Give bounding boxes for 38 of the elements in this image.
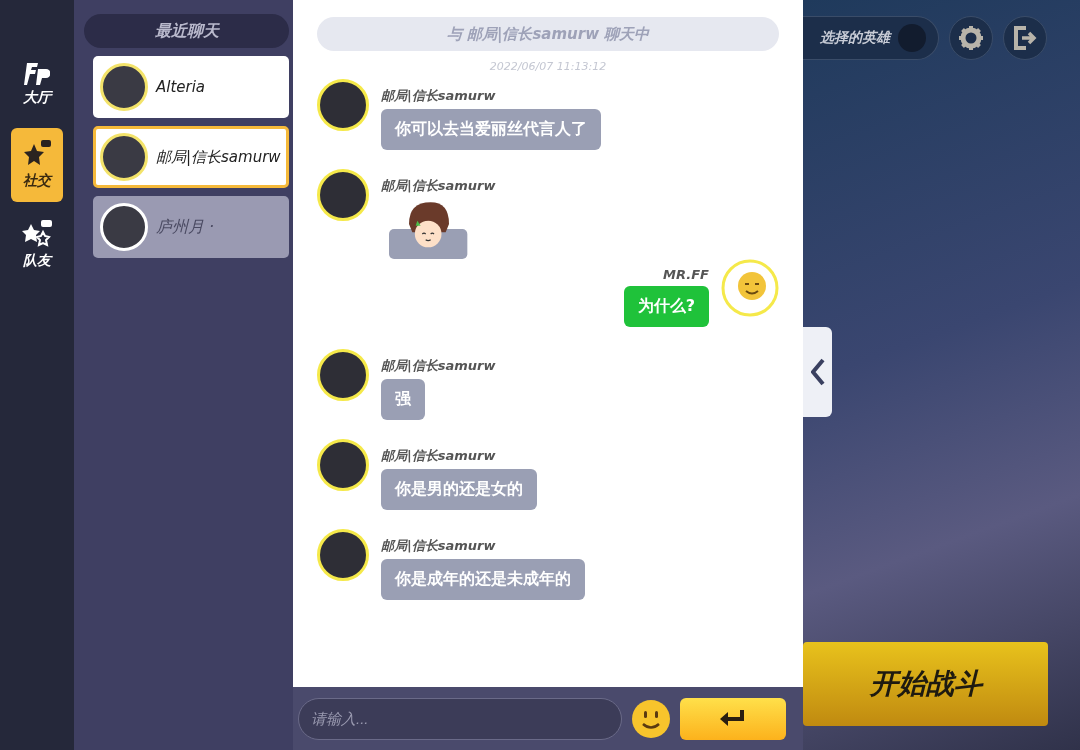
nav-tab[interactable]: 社交 bbox=[11, 128, 63, 202]
sender-name: 邮局|信长samurw bbox=[381, 537, 496, 555]
chevron-left-icon bbox=[810, 358, 825, 386]
sender-name: 邮局|信长samurw bbox=[381, 447, 496, 465]
section-title: 最近聊天 bbox=[84, 14, 289, 48]
settings-icon bbox=[958, 25, 984, 51]
logo-icon bbox=[24, 63, 50, 85]
hero-label: 选择的英雄 bbox=[820, 29, 890, 47]
hero-selector[interactable]: 选择的英雄 bbox=[803, 16, 939, 60]
star-chat-icon bbox=[22, 140, 52, 168]
contact-name: 庐州月 · bbox=[156, 216, 215, 238]
contact-item[interactable]: Alteria bbox=[93, 56, 289, 118]
stars-chat-icon bbox=[21, 220, 53, 248]
sender-name: 邮局|信长samurw bbox=[381, 177, 496, 195]
nav-tab[interactable]: 大厅 bbox=[11, 52, 63, 118]
sender-name: MR.FF bbox=[663, 267, 709, 282]
exit-icon bbox=[1012, 25, 1038, 51]
sender-name: 邮局|信长samurw bbox=[381, 357, 496, 375]
timestamp: 2022/06/07 11:13:12 bbox=[489, 60, 607, 73]
message-bubble: 你是成年的还是未成年的 bbox=[381, 559, 585, 600]
start-battle-button[interactable]: 开始战斗 bbox=[803, 642, 1048, 726]
send-button[interactable] bbox=[680, 697, 786, 740]
settings-button[interactable] bbox=[949, 16, 993, 60]
message-bubble: 你可以去当爱丽丝代言人了 bbox=[381, 109, 601, 150]
hero-slot bbox=[898, 24, 926, 52]
message-bubble: 你是男的还是女的 bbox=[381, 469, 537, 510]
smiley-icon[interactable] bbox=[630, 697, 672, 740]
message-bubble: 为什么? bbox=[623, 286, 709, 327]
collapse-tab[interactable] bbox=[803, 327, 832, 417]
message-input[interactable]: 请输入... bbox=[298, 697, 622, 740]
contact-name: 邮局|信长samurw bbox=[156, 147, 281, 167]
message-bubble: 强 bbox=[381, 379, 425, 420]
contact-item[interactable]: 邮局|信长samurw bbox=[93, 126, 289, 188]
nav-tab[interactable]: 队友 bbox=[11, 212, 63, 278]
exit-button[interactable] bbox=[1003, 16, 1047, 60]
sender-name: 邮局|信长samurw bbox=[381, 87, 496, 105]
contact-name: Alteria bbox=[156, 78, 206, 96]
chat-header: 与 邮局|信长samurw 聊天中 bbox=[317, 17, 779, 51]
